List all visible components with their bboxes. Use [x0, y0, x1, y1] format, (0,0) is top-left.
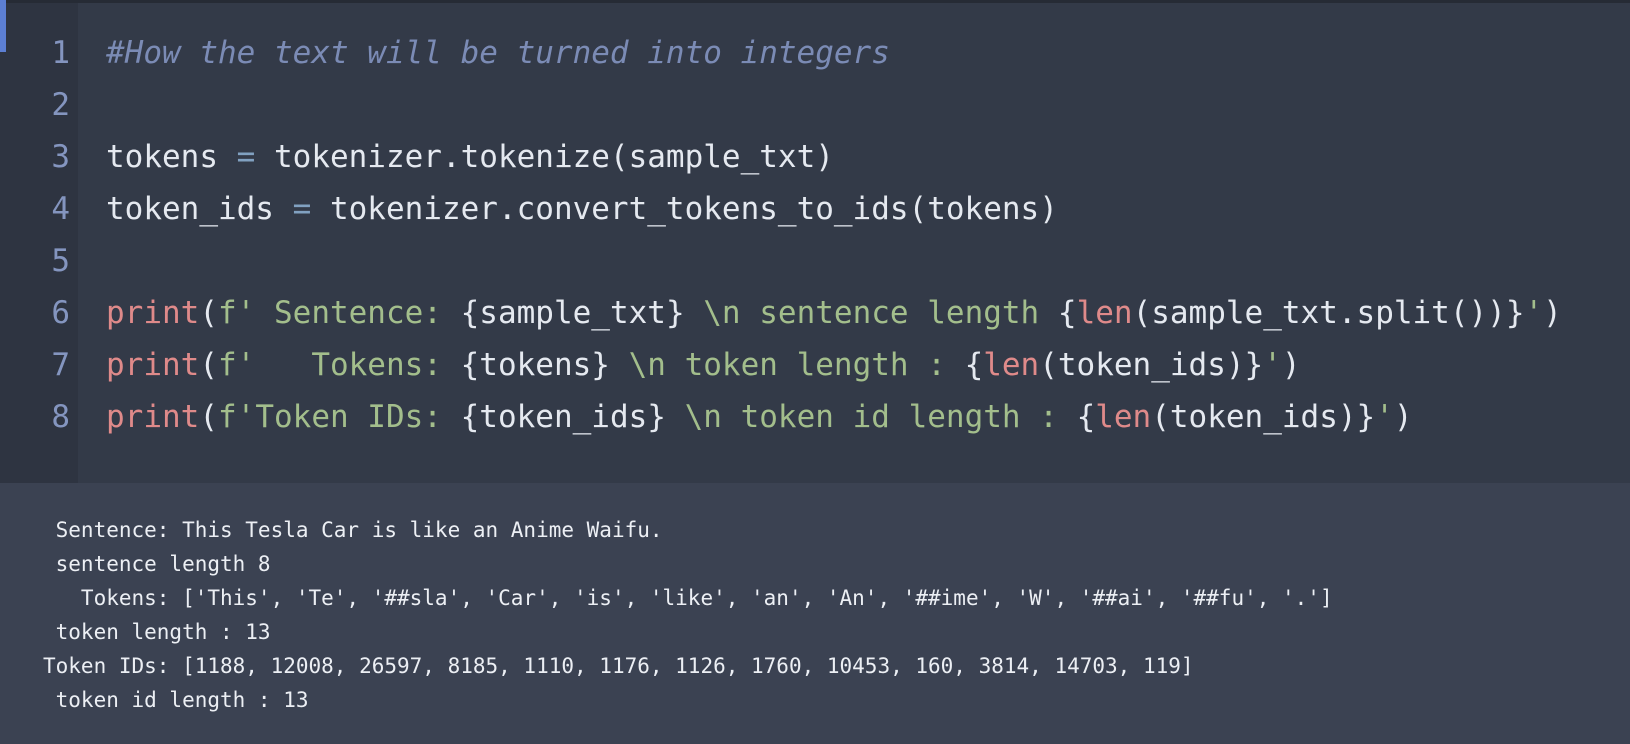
code-expression: {sample_txt} [460, 295, 685, 331]
line-number: 4 [51, 191, 70, 227]
code-line[interactable]: print(f' Sentence: {sample_txt} \n sente… [106, 293, 1562, 333]
code-text: ( [199, 399, 218, 435]
line-number: 7 [51, 347, 70, 383]
code-expression: { [1076, 399, 1096, 435]
notebook: 1 2 3 4 5 6 7 8 #How the text will be tu… [0, 0, 1630, 744]
output-line: Token IDs: [1188, 12008, 26597, 8185, 11… [43, 654, 1194, 678]
code-comment: #How the text will be turned into intege… [106, 35, 890, 71]
code-expression: {tokens} [460, 347, 610, 383]
line-number: 5 [51, 243, 70, 279]
code-string: f' Tokens: [218, 347, 461, 383]
code-text: tokens [106, 139, 237, 175]
code-string: ' [1524, 295, 1544, 331]
code-string: ' [1263, 347, 1282, 383]
code-expression: {token_ids} [460, 399, 666, 435]
code-builtin: print [106, 295, 200, 331]
code-text: (token_ids)} [1039, 347, 1264, 383]
code-builtin: print [106, 347, 200, 383]
code-string: \n sentence length [684, 295, 1058, 331]
code-text: (sample_txt.split())} [1132, 295, 1525, 331]
output-line: Tokens: ['This', 'Te', '##sla', 'Car', '… [43, 586, 1333, 610]
code-text: tokenizer.convert_tokens_to_ids(tokens) [311, 191, 1058, 227]
code-string: ' [1375, 399, 1394, 435]
code-operator: = [292, 191, 312, 227]
code-expression: { [1057, 295, 1077, 331]
code-builtin: len [1076, 295, 1133, 331]
code-text: ) [1281, 347, 1301, 383]
line-number: 2 [51, 87, 70, 123]
code-operator: = [236, 139, 256, 175]
code-text: ( [199, 295, 218, 331]
code-text: ) [1393, 399, 1413, 435]
line-number: 8 [51, 399, 70, 435]
code-line[interactable]: #How the text will be turned into intege… [106, 33, 890, 73]
code-builtin: print [106, 399, 200, 435]
code-line[interactable]: print(f'Token IDs: {token_ids} \n token … [106, 397, 1413, 437]
line-number: 1 [51, 35, 70, 71]
output-line: token id length : 13 [43, 688, 309, 712]
code-text: ( [199, 347, 218, 383]
code-builtin: len [983, 347, 1040, 383]
code-cell[interactable]: 1 2 3 4 5 6 7 8 #How the text will be tu… [0, 3, 1630, 483]
code-string: \n token id length : [665, 399, 1077, 435]
code-text: tokenizer.tokenize(sample_txt) [255, 139, 834, 175]
code-string: f'Token IDs: [218, 399, 461, 435]
output-line: Sentence: This Tesla Car is like an Anim… [43, 518, 663, 542]
line-number: 3 [51, 139, 70, 175]
code-text: (token_ids)} [1151, 399, 1376, 435]
line-number-gutter: 1 2 3 4 5 6 7 8 [0, 3, 78, 483]
active-cell-indicator [0, 0, 6, 52]
code-string: f' Sentence: [218, 295, 461, 331]
cell-output: Sentence: This Tesla Car is like an Anim… [0, 483, 1630, 744]
code-text: token_ids [106, 191, 293, 227]
code-string: \n token length : [609, 347, 965, 383]
code-line[interactable]: tokens = tokenizer.tokenize(sample_txt) [106, 137, 834, 177]
code-text: ) [1543, 295, 1562, 331]
code-line[interactable]: print(f' Tokens: {tokens} \n token lengt… [106, 345, 1301, 385]
output-line: sentence length 8 [43, 552, 271, 576]
code-expression: { [964, 347, 984, 383]
line-number: 6 [51, 295, 70, 331]
code-builtin: len [1095, 399, 1152, 435]
output-line: token length : 13 [43, 620, 271, 644]
code-line[interactable]: token_ids = tokenizer.convert_tokens_to_… [106, 189, 1058, 229]
